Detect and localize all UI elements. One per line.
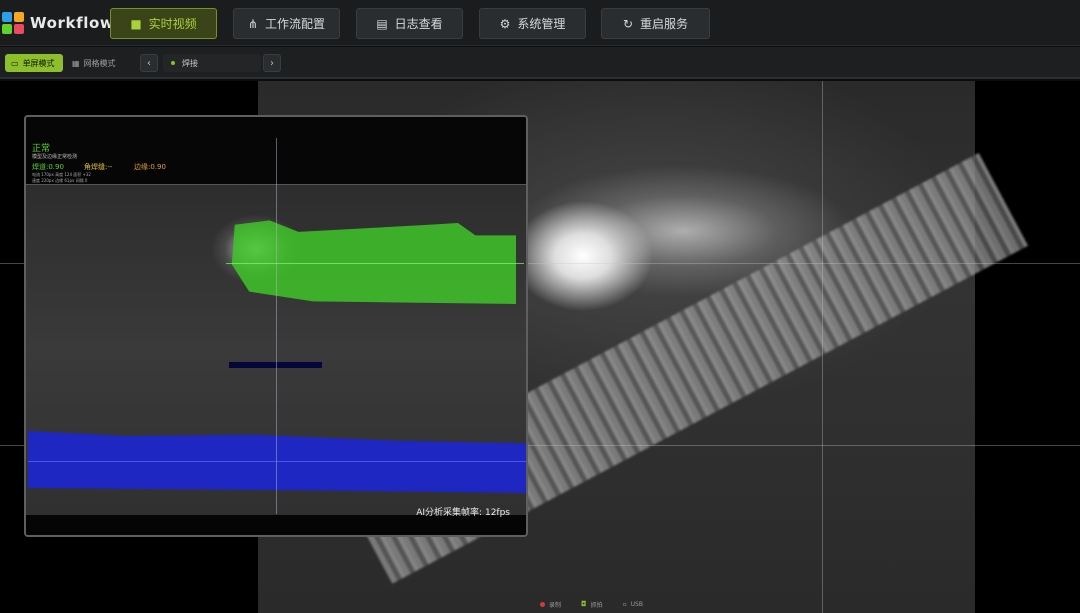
nav-log-view-label: 日志查看	[394, 17, 443, 31]
nav-workflow-config-button[interactable]: ⋔ 工作流配置	[233, 8, 340, 39]
video-stage: 正常 模型及边缘正常检测 焊道:0.90 角焊缝:-- 边缘:0.90 电流 1…	[0, 81, 1080, 613]
nav-system-admin-label: 系统管理	[517, 17, 566, 31]
edge-center-line	[28, 461, 526, 462]
workflow-tree-icon: ⋔	[247, 16, 259, 31]
single-screen-mode-button[interactable]: ▭ 单屏模式	[5, 54, 63, 72]
single-screen-mode-label: 单屏模式	[22, 58, 55, 68]
video-camera-icon: ■	[130, 16, 142, 31]
fps-label: AI分析采集帧率:	[416, 508, 483, 518]
nav-restart-service-button[interactable]: ↻ 重启服务	[601, 8, 710, 39]
feed-status-bar: 录制 ◘ 抓拍 ▫ USB	[540, 598, 643, 610]
analysis-vertical-guide	[276, 138, 277, 514]
record-dot-icon	[540, 601, 545, 607]
app-logo-icon	[2, 12, 24, 34]
restart-icon: ↻	[622, 16, 634, 31]
nav-live-video-button[interactable]: ■ 实时视频	[110, 8, 217, 39]
nav-log-view-button[interactable]: ▤ 日志查看	[356, 8, 463, 39]
capture-status[interactable]: ◘ 抓拍	[581, 600, 603, 609]
app-title: Workflow	[30, 14, 115, 32]
view-toolbar: ▭ 单屏模式 ▦ 网格模式 ‹ 焊接 ›	[0, 47, 1080, 79]
fps-readout: AI分析采集帧率: 12fps	[416, 505, 510, 518]
detection-description: 模型及边缘正常检测	[32, 154, 78, 160]
corner-weld-metric: 角焊缝:--	[84, 163, 113, 171]
grid-mode-button[interactable]: ▦ 网格模式	[66, 54, 124, 72]
ai-analysis-panel[interactable]: 正常 模型及边缘正常检测 焊道:0.90 角焊缝:-- 边缘:0.90 电流 1…	[24, 115, 528, 537]
previous-camera-button[interactable]: ‹	[140, 54, 158, 72]
camera-capture-icon: ◘	[581, 600, 587, 608]
crosshair-vertical	[822, 81, 823, 613]
next-camera-button[interactable]: ›	[263, 54, 281, 72]
capture-label: 抓拍	[590, 601, 603, 609]
camera-name: 焊接	[182, 58, 198, 68]
weld-metric: 焊道:0.90	[32, 163, 64, 171]
nav-live-video-label: 实时视频	[148, 17, 197, 31]
usb-label: USB	[630, 600, 643, 608]
nav-workflow-config-label: 工作流配置	[265, 17, 326, 31]
camera-online-indicator	[171, 61, 175, 65]
recording-label: 录制	[549, 601, 562, 609]
grid-icon: ▦	[72, 58, 80, 68]
nav-restart-service-label: 重启服务	[640, 17, 689, 31]
fps-value: 12fps	[484, 508, 510, 518]
usb-status: ▫ USB	[623, 601, 643, 608]
nav-system-admin-button[interactable]: ⚙ 系统管理	[479, 8, 586, 39]
usb-icon: ▫	[622, 600, 627, 608]
recording-status[interactable]: 录制	[540, 600, 561, 609]
analysis-footer	[26, 515, 526, 535]
monitor-icon: ▭	[11, 58, 19, 68]
document-icon: ▤	[376, 16, 388, 31]
edge-metric: 边缘:0.90	[134, 163, 166, 171]
grid-mode-label: 网格模式	[83, 58, 116, 68]
weld-center-line	[226, 263, 524, 264]
camera-select[interactable]: 焊接	[163, 54, 261, 72]
brand: Workflow	[0, 10, 114, 36]
gear-icon: ⚙	[499, 16, 511, 31]
top-navigation-bar: Workflow ■ 实时视频 ⋔ 工作流配置 ▤ 日志查看 ⚙ 系统管理 ↻ …	[0, 0, 1080, 46]
